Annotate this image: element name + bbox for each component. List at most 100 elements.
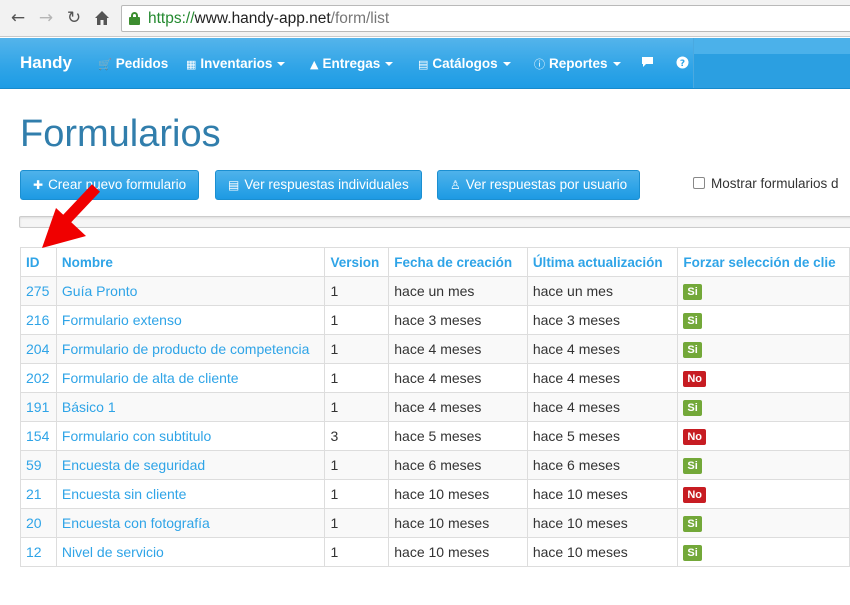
form-version: 1 — [324, 450, 390, 480]
form-name-link[interactable]: Formulario extenso — [55, 305, 326, 335]
form-id-link[interactable]: 275 — [20, 276, 57, 306]
column-header-version[interactable]: Version — [324, 247, 390, 277]
nav-item-pedidos[interactable]: 🛒 Pedidos — [98, 56, 168, 71]
form-updated: hace 5 meses — [526, 421, 679, 451]
form-updated: hace un mes — [526, 276, 679, 306]
force-client-badge: No — [677, 421, 850, 451]
form-name-link[interactable]: Encuesta sin cliente — [55, 479, 326, 509]
forms-table: ID Nombre Version Fecha de creación Últi… — [20, 247, 850, 567]
plus-icon: ✚ — [33, 178, 44, 192]
form-name-link[interactable]: Encuesta de seguridad — [55, 450, 326, 480]
form-created: hace 3 meses — [388, 305, 528, 335]
view-responses-by-user-button[interactable]: ♙ Ver respuestas por usuario — [437, 170, 641, 200]
form-updated: hace 3 meses — [526, 305, 679, 335]
caret-down-icon — [385, 62, 394, 67]
form-version: 1 — [324, 479, 390, 509]
table-row[interactable]: 12 Nivel de servicio 1 hace 10 meses hace 10… — [20, 537, 850, 567]
form-name-link[interactable]: Nivel de servicio — [55, 537, 326, 567]
table-row[interactable]: 204 Formulario de producto de competencia… — [20, 334, 850, 364]
cart-icon: 🛒 — [98, 58, 112, 71]
column-header-created[interactable]: Fecha de creación — [388, 247, 528, 277]
status-badge: Si — [683, 545, 702, 561]
nav-item-catalogos[interactable]: ▤ Catálogos — [418, 56, 511, 71]
nav-item-reportes[interactable]: ⓘ Reportes — [534, 56, 621, 72]
chat-icon[interactable] — [641, 56, 654, 71]
form-created: hace 5 meses — [388, 421, 528, 451]
column-header-updated[interactable]: Última actualización — [526, 247, 679, 277]
form-id-link[interactable]: 21 — [20, 479, 57, 509]
form-id-link[interactable]: 154 — [20, 421, 57, 451]
form-updated: hace 10 meses — [526, 479, 679, 509]
table-row[interactable]: 20 Encuesta con fotografía 1 hace 10 meses h… — [20, 508, 850, 538]
checkbox[interactable] — [693, 177, 705, 189]
form-id-link[interactable]: 202 — [20, 363, 57, 393]
form-id-link[interactable]: 191 — [20, 392, 57, 422]
back-arrow-icon[interactable]: ← — [8, 8, 28, 28]
user-icon: ♙ — [450, 178, 461, 192]
force-client-badge: Si — [677, 334, 850, 364]
form-name-link[interactable]: Guía Pronto — [55, 276, 326, 306]
table-row[interactable]: 154 Formulario con subtitulo 3 hace 5 meses… — [20, 421, 850, 451]
form-updated: hace 6 meses — [526, 450, 679, 480]
page-title: Formularios — [20, 113, 221, 155]
form-name-link[interactable]: Básico 1 — [55, 392, 326, 422]
road-icon: ▲ — [310, 58, 319, 71]
show-forms-toggle[interactable]: Mostrar formularios d — [693, 176, 839, 191]
nav-item-entregas[interactable]: ▲ Entregas — [310, 56, 394, 71]
column-header-name[interactable]: Nombre — [55, 247, 326, 277]
form-created: hace 10 meses — [388, 479, 528, 509]
form-id-link[interactable]: 216 — [20, 305, 57, 335]
create-form-button[interactable]: ✚ Crear nuevo formulario — [20, 170, 200, 200]
info-icon: ⓘ — [534, 58, 545, 71]
url-text: https://www.handy-app.net/form/list — [148, 10, 390, 27]
form-created: hace un mes — [388, 276, 528, 306]
form-name-link[interactable]: Encuesta con fotografía — [55, 508, 326, 538]
table-row[interactable]: 216 Formulario extenso 1 hace 3 meses hace 3… — [20, 305, 850, 335]
caret-down-icon — [502, 62, 511, 67]
home-icon[interactable] — [92, 8, 112, 28]
svg-text:?: ? — [680, 59, 685, 69]
force-client-badge: Si — [677, 450, 850, 480]
form-id-link[interactable]: 12 — [20, 537, 57, 567]
forward-arrow-icon[interactable]: → — [36, 8, 56, 28]
form-version: 1 — [324, 276, 390, 306]
status-badge: No — [683, 487, 707, 503]
form-name-link[interactable]: Formulario de alta de cliente — [55, 363, 326, 393]
force-client-badge: Si — [677, 305, 850, 335]
form-updated: hace 10 meses — [526, 508, 679, 538]
form-created: hace 4 meses — [388, 392, 528, 422]
form-version: 3 — [324, 421, 390, 451]
table-row[interactable]: 21 Encuesta sin cliente 1 hace 10 meses hace… — [20, 479, 850, 509]
column-header-id[interactable]: ID — [20, 247, 57, 277]
form-version: 1 — [324, 392, 390, 422]
force-client-badge: Si — [677, 508, 850, 538]
view-individual-responses-button[interactable]: ▤ Ver respuestas individuales — [215, 170, 422, 200]
table-row[interactable]: 59 Encuesta de seguridad 1 hace 6 meses hace… — [20, 450, 850, 480]
lock-icon — [129, 12, 140, 25]
caret-down-icon — [612, 62, 621, 67]
list-alt-icon: ▤ — [228, 178, 240, 192]
form-name-link[interactable]: Formulario con subtitulo — [55, 421, 326, 451]
status-badge: Si — [683, 400, 702, 416]
form-version: 1 — [324, 508, 390, 538]
address-bar[interactable]: https://www.handy-app.net/form/list — [121, 5, 850, 32]
list-icon: ▤ — [418, 58, 429, 71]
force-client-badge: Si — [677, 537, 850, 567]
status-badge: No — [683, 371, 707, 387]
nav-item-inventarios[interactable]: ▦ Inventarios — [186, 56, 286, 71]
brand-logo[interactable]: Handy — [20, 53, 72, 73]
form-id-link[interactable]: 204 — [20, 334, 57, 364]
user-menu-area[interactable] — [693, 38, 850, 88]
caret-down-icon — [277, 62, 286, 67]
form-id-link[interactable]: 20 — [20, 508, 57, 538]
form-version: 1 — [324, 363, 390, 393]
column-header-force-client[interactable]: Forzar selección de clie — [677, 247, 850, 277]
status-badge: Si — [683, 313, 702, 329]
table-row[interactable]: 202 Formulario de alta de cliente 1 hace 4 … — [20, 363, 850, 393]
help-icon[interactable]: ? — [676, 56, 689, 72]
table-row[interactable]: 191 Básico 1 1 hace 4 meses hace 4 meses Si — [20, 392, 850, 422]
form-id-link[interactable]: 59 — [20, 450, 57, 480]
form-name-link[interactable]: Formulario de producto de competencia — [55, 334, 326, 364]
reload-icon[interactable]: ↻ — [64, 8, 84, 28]
table-row[interactable]: 275 Guía Pronto 1 hace un mes hace un mes Si — [20, 276, 850, 306]
